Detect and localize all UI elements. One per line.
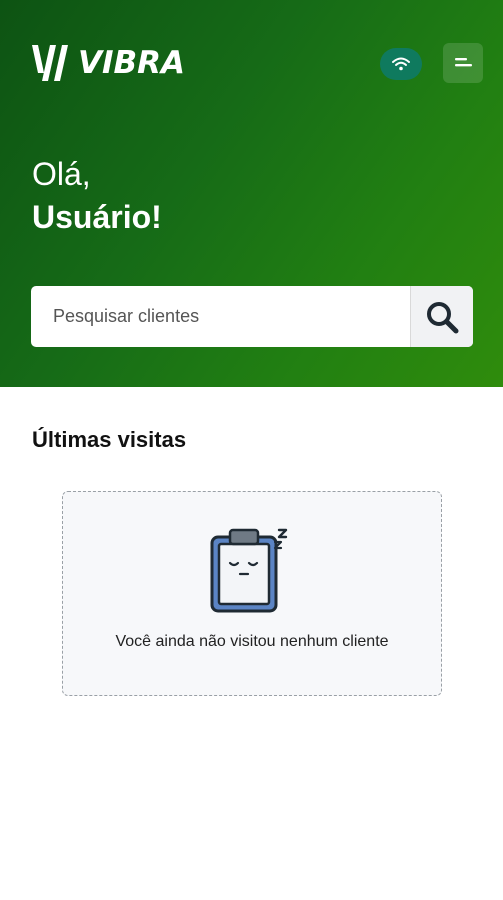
- search-button[interactable]: [410, 286, 473, 347]
- hero-header: VIBRA Olá, Usuário!: [0, 0, 503, 387]
- sleeping-clipboard-icon: [210, 528, 288, 613]
- search-input[interactable]: [31, 286, 410, 347]
- wifi-icon: [392, 57, 410, 71]
- empty-state-message: Você ainda não visitou nenhum cliente: [115, 633, 389, 650]
- empty-state: Você ainda não visitou nenhum cliente: [62, 491, 442, 696]
- greeting-line-1: Olá,: [32, 156, 91, 192]
- connection-status[interactable]: [380, 48, 422, 80]
- brand-name: VIBRA: [78, 45, 186, 81]
- recent-visits-title: Últimas visitas: [32, 427, 187, 452]
- client-search-bar: [31, 286, 473, 347]
- menu-icon: [455, 58, 472, 67]
- vibra-logo-icon: [32, 45, 68, 81]
- search-icon: [427, 301, 459, 333]
- greeting-user-name: Usuário!: [32, 199, 162, 235]
- menu-button[interactable]: [443, 43, 483, 83]
- brand-logo: VIBRA: [30, 40, 185, 86]
